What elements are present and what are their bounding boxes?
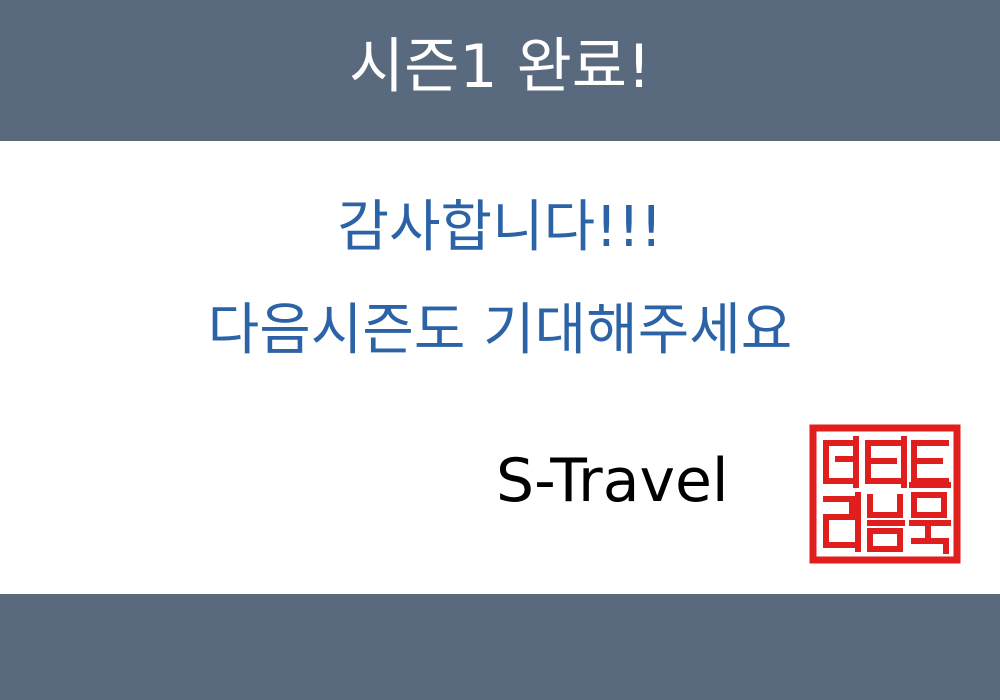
footer-band bbox=[0, 594, 1000, 700]
next-season-message: 다음시즌도 기대해주세요 bbox=[207, 298, 793, 363]
page-title: 시즌1 완료! bbox=[348, 32, 652, 102]
seal-stamp-icon bbox=[809, 424, 961, 564]
announcement-page: 시즌1 완료! 감사합니다!!! 다음시즌도 기대해주세요 S-Travel bbox=[0, 0, 1000, 700]
brand-name: S-Travel bbox=[496, 446, 729, 516]
thanks-message: 감사합니다!!! bbox=[337, 195, 663, 260]
